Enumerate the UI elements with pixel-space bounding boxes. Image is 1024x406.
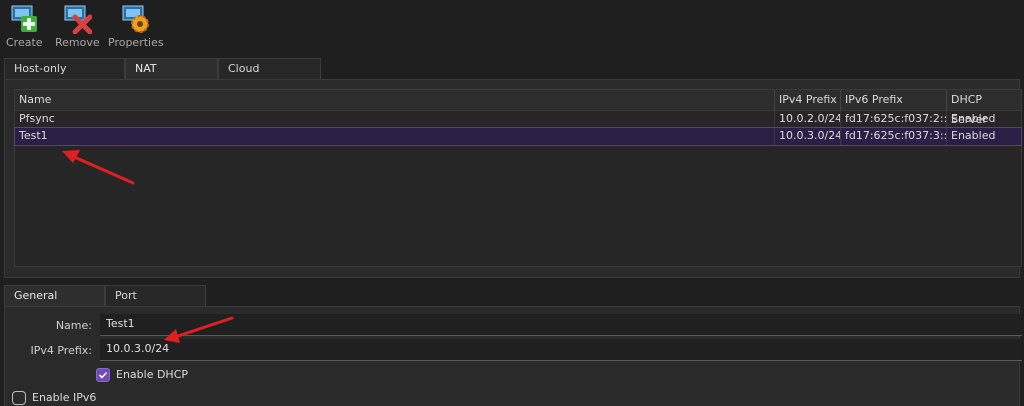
arrow-to-test1-row-icon	[62, 150, 135, 185]
arrow-to-name-field-icon	[164, 316, 234, 343]
annotation-arrows	[62, 150, 234, 343]
